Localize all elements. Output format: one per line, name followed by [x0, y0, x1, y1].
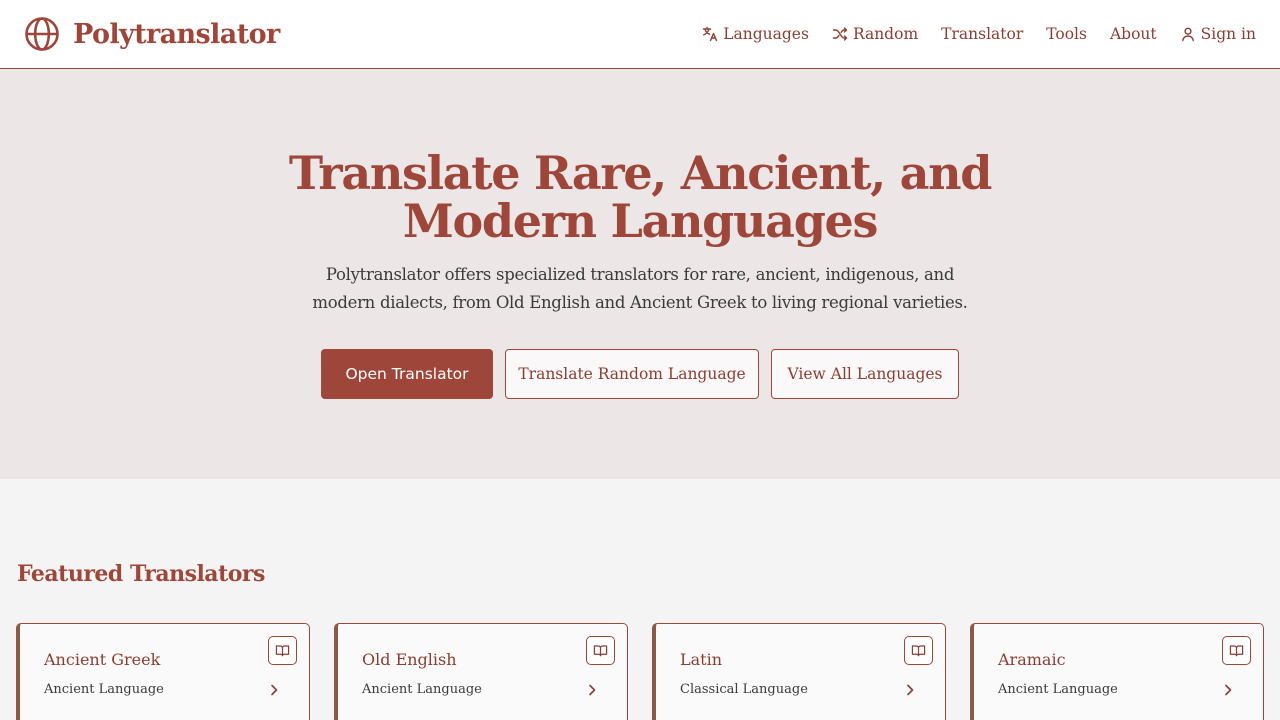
- nav-sign-in[interactable]: Sign in: [1180, 25, 1256, 43]
- nav-label: Random: [852, 25, 919, 43]
- book-icon: [1222, 636, 1251, 665]
- open-translator-button[interactable]: Open Translator: [321, 349, 493, 399]
- translator-card-old-english[interactable]: Old English Ancient Language: [334, 623, 628, 720]
- brand-home-link[interactable]: Polytranslator: [24, 15, 280, 53]
- nav-label: Translator: [941, 25, 1024, 43]
- card-title: Ancient Greek: [44, 650, 161, 669]
- card-category: Ancient Language: [998, 682, 1118, 697]
- user-icon: [1181, 27, 1194, 42]
- nav-random[interactable]: Random: [832, 25, 918, 43]
- hero-subtitle: Polytranslator offers specialized transl…: [312, 265, 968, 312]
- hero-title: Translate Rare, Ancient, and Modern Lang…: [288, 146, 993, 248]
- hero-actions: Open Translator Translate Random Languag…: [0, 349, 1280, 399]
- chevron-right-icon: [907, 684, 914, 696]
- nav-label: Sign in: [1200, 25, 1256, 43]
- nav-about[interactable]: About: [1110, 25, 1157, 43]
- nav-languages[interactable]: Languages: [702, 25, 809, 43]
- nav-label: Languages: [723, 25, 809, 43]
- book-icon: [904, 636, 933, 665]
- featured-translators-title: Featured Translators: [17, 561, 265, 587]
- card-title: Latin: [680, 650, 723, 669]
- hero-section: Translate Rare, Ancient, and Modern Lang…: [0, 69, 1280, 479]
- chevron-right-icon: [1225, 684, 1232, 696]
- nav-label: About: [1109, 25, 1157, 43]
- translate-random-language-button[interactable]: Translate Random Language: [505, 349, 759, 399]
- nav-tools[interactable]: Tools: [1046, 25, 1087, 43]
- translator-card-ancient-greek[interactable]: Ancient Greek Ancient Language: [16, 623, 310, 720]
- chevron-right-icon: [271, 684, 278, 696]
- brand-name: Polytranslator: [73, 18, 280, 50]
- nav-label: Tools: [1046, 25, 1087, 43]
- translate-icon: [703, 26, 718, 42]
- card-title: Aramaic: [998, 650, 1066, 669]
- chevron-right-icon: [589, 684, 596, 696]
- translator-card-latin[interactable]: Latin Classical Language: [652, 623, 946, 720]
- featured-translators-list: Ancient Greek Ancient Language Old Engli…: [16, 623, 1264, 720]
- nav-translator[interactable]: Translator: [941, 25, 1023, 43]
- book-icon: [268, 636, 297, 665]
- top-navigation-bar: Polytranslator Languages Random Translat…: [0, 0, 1280, 69]
- card-category: Ancient Language: [44, 682, 164, 697]
- card-category: Classical Language: [680, 682, 808, 697]
- shuffle-icon: [832, 27, 848, 41]
- view-all-languages-button[interactable]: View All Languages: [771, 349, 959, 399]
- main-nav: Languages Random Translator Tools About …: [679, 0, 1256, 68]
- card-title: Old English: [362, 650, 457, 669]
- book-icon: [586, 636, 615, 665]
- translator-card-aramaic[interactable]: Aramaic Ancient Language: [970, 623, 1264, 720]
- card-category: Ancient Language: [362, 682, 482, 697]
- globe-icon: [25, 17, 59, 51]
